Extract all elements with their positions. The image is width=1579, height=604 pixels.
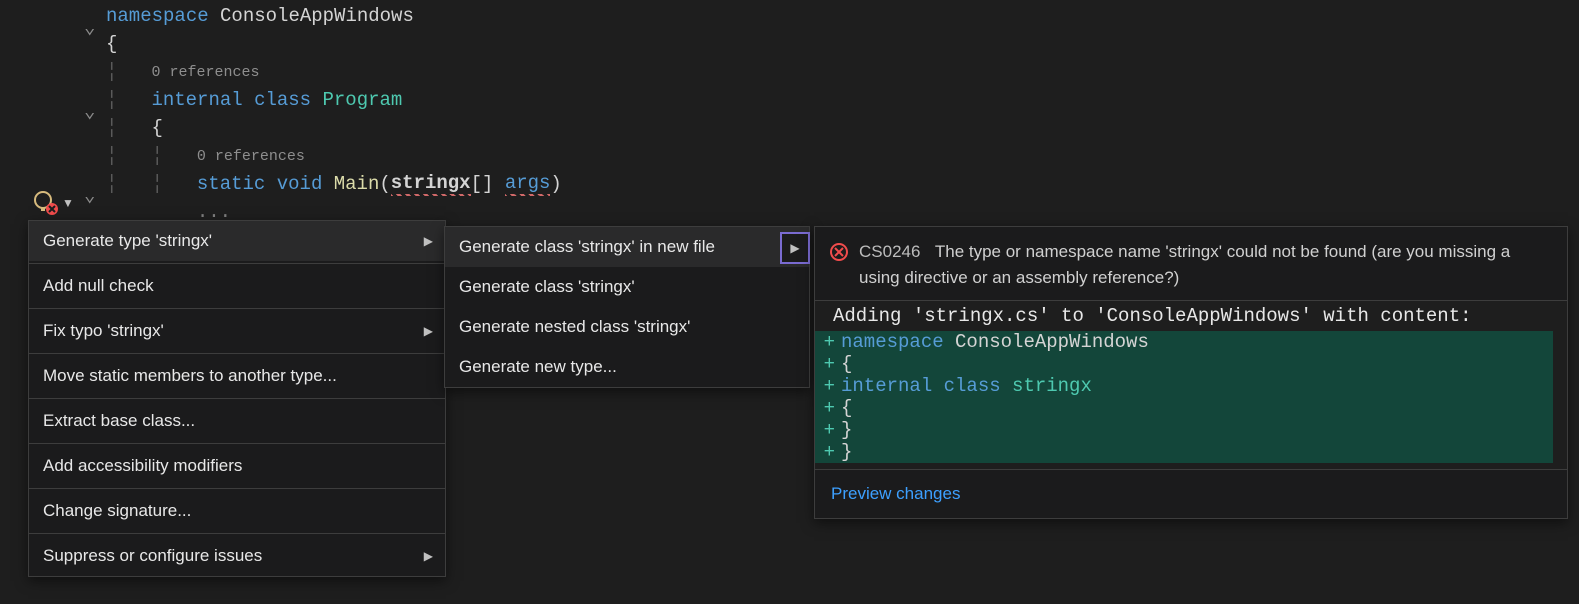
chevron-right-icon: ▶	[424, 234, 433, 248]
error-token-stringx[interactable]: stringx	[391, 172, 471, 196]
namespace-name: ConsoleAppWindows	[220, 5, 414, 27]
submenu-expand-icon[interactable]: ▶	[780, 232, 810, 264]
chevron-down-icon[interactable]: ⌄	[84, 16, 95, 39]
class-name: Program	[323, 89, 403, 111]
diff-preview: Adding 'stringx.cs' to 'ConsoleAppWindow…	[815, 301, 1567, 469]
diff-header: Adding 'stringx.cs' to 'ConsoleAppWindow…	[815, 301, 1567, 331]
submenu-item-generate-class[interactable]: Generate class 'stringx'	[445, 267, 809, 307]
menu-item-label: Add null check	[43, 276, 154, 296]
codelens[interactable]: 0 references	[151, 64, 259, 81]
method-name: Main	[334, 173, 380, 195]
param-args: args	[505, 172, 551, 196]
menu-item-label: Generate type 'stringx'	[43, 231, 212, 251]
menu-item-change-signature[interactable]: Change signature...	[29, 491, 445, 531]
chevron-right-icon: ▶	[424, 549, 433, 563]
lightbulb-error-icon[interactable]	[32, 190, 58, 216]
menu-item-label: Suppress or configure issues	[43, 546, 262, 566]
brace-open: {	[151, 117, 162, 139]
menu-item-generate-type[interactable]: Generate type 'stringx' ▶	[29, 221, 445, 261]
keyword-class: class	[254, 89, 311, 111]
keyword-void: void	[277, 173, 323, 195]
menu-item-move-static[interactable]: Move static members to another type...	[29, 356, 445, 396]
keyword-namespace: namespace	[106, 5, 209, 27]
error-code[interactable]: CS0246	[859, 242, 920, 261]
submenu-item-new-type[interactable]: Generate new type...	[445, 347, 809, 387]
code-editor[interactable]: ⌄ namespace ConsoleAppWindows { ╎ 0 refe…	[0, 0, 1579, 226]
generate-type-submenu: Generate class 'stringx' in new file Gen…	[444, 226, 810, 388]
chevron-down-icon[interactable]: ⌄	[84, 184, 95, 207]
menu-item-add-null-check[interactable]: Add null check	[29, 266, 445, 306]
menu-item-label: Generate nested class 'stringx'	[459, 317, 690, 337]
menu-item-label: Move static members to another type...	[43, 366, 337, 386]
error-icon	[829, 242, 849, 270]
menu-item-label: Add accessibility modifiers	[43, 456, 242, 476]
chevron-down-icon[interactable]: ⌄	[84, 100, 95, 123]
menu-item-add-accessibility[interactable]: Add accessibility modifiers	[29, 446, 445, 486]
menu-item-label: Generate class 'stringx'	[459, 277, 635, 297]
keyword-static: static	[197, 173, 265, 195]
menu-item-label: Extract base class...	[43, 411, 195, 431]
menu-item-suppress[interactable]: Suppress or configure issues ▶	[29, 536, 445, 576]
error-message: The type or namespace name 'stringx' cou…	[859, 242, 1510, 287]
codelens[interactable]: 0 references	[197, 148, 305, 165]
preview-changes-link[interactable]: Preview changes	[815, 470, 1567, 518]
quick-actions-menu: Generate type 'stringx' ▶ Add null check…	[28, 220, 446, 577]
menu-item-fix-typo[interactable]: Fix typo 'stringx' ▶	[29, 311, 445, 351]
menu-item-label: Generate new type...	[459, 357, 617, 377]
menu-item-label: Generate class 'stringx' in new file	[459, 237, 715, 257]
chevron-down-icon[interactable]: ▼	[62, 196, 74, 210]
menu-item-label: Fix typo 'stringx'	[43, 321, 164, 341]
submenu-item-new-file[interactable]: Generate class 'stringx' in new file	[445, 227, 809, 267]
menu-item-label: Change signature...	[43, 501, 191, 521]
keyword-internal: internal	[151, 89, 242, 111]
brace-open: {	[106, 33, 117, 55]
menu-item-extract-base[interactable]: Extract base class...	[29, 401, 445, 441]
chevron-right-icon: ▶	[424, 324, 433, 338]
fix-preview-panel: CS0246 The type or namespace name 'strin…	[814, 226, 1568, 519]
submenu-item-nested-class[interactable]: Generate nested class 'stringx'	[445, 307, 809, 347]
